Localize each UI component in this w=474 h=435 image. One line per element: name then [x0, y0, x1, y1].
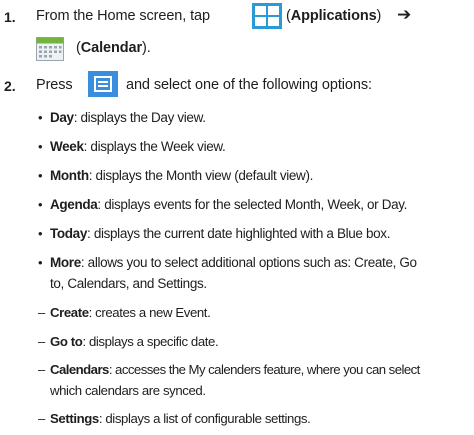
- step-text: From the Home screen, tap: [36, 8, 210, 24]
- sub-option-term: Go to: [50, 334, 83, 349]
- step-text: and select one of the following options:: [126, 77, 372, 93]
- arrow-icon: ➔: [397, 5, 412, 24]
- sub-option-description: : accesses the My calenders feature, whe…: [108, 362, 421, 377]
- paren: ): [376, 8, 382, 24]
- sub-option-description: : displays a list of configurable settin…: [98, 411, 311, 426]
- paren: ).: [141, 40, 151, 56]
- menu-key-icon: [88, 71, 118, 97]
- dash: –: [38, 305, 46, 320]
- bullet: •: [38, 197, 43, 212]
- bullet: •: [38, 168, 43, 183]
- option-description: : displays the Month view (default view)…: [88, 168, 314, 183]
- option-term: Month: [50, 168, 89, 183]
- bullet: •: [38, 255, 43, 270]
- bullet: •: [38, 226, 43, 241]
- calendar-icon: [36, 37, 64, 61]
- option-description: : allows you to select additional option…: [80, 255, 417, 270]
- applications-icon: [252, 3, 282, 29]
- sub-option-description-continued: which calendars are synced.: [50, 383, 206, 398]
- bullet: •: [38, 139, 43, 154]
- option-term: Week: [50, 139, 84, 154]
- option-description: : displays events for the selected Month…: [97, 197, 408, 212]
- step-text: Press: [36, 77, 73, 93]
- option-term: Day: [50, 110, 74, 125]
- calendar-label: Calendar: [80, 40, 142, 56]
- step-number: 2.: [4, 78, 16, 94]
- sub-option-term: Settings: [50, 411, 99, 426]
- dash: –: [38, 362, 46, 377]
- sub-option-term: Calendars: [50, 362, 109, 377]
- step-number: 1.: [4, 9, 16, 25]
- dash: –: [38, 334, 46, 349]
- sub-option-term: Create: [50, 305, 89, 320]
- sub-option-description: : displays a specific date.: [82, 334, 219, 349]
- option-term: Today: [50, 226, 88, 241]
- bullet: •: [38, 110, 43, 125]
- sub-option-description: : creates a new Event.: [88, 305, 211, 320]
- option-description: : displays the Week view.: [83, 139, 226, 154]
- option-description-continued: to, Calendars, and Settings.: [50, 276, 207, 291]
- option-description: : displays the Day view.: [73, 110, 206, 125]
- option-term: More: [50, 255, 81, 270]
- dash: –: [38, 411, 46, 426]
- option-description: : displays the current date highlighted …: [87, 226, 391, 241]
- option-term: Agenda: [50, 197, 98, 212]
- applications-label: Applications: [290, 8, 377, 24]
